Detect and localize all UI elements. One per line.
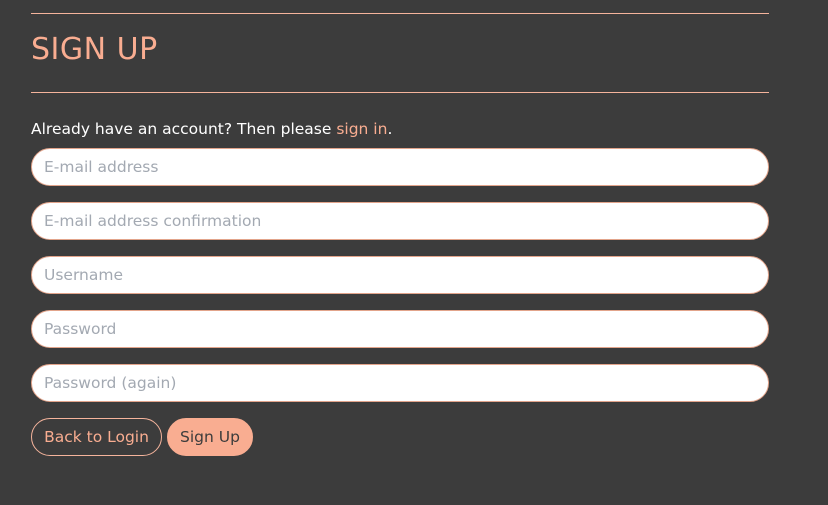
password-again-field[interactable] <box>31 364 769 402</box>
page-title: SIGN UP <box>31 32 158 67</box>
signup-form-container: SIGN UP Already have an account? Then pl… <box>31 0 769 456</box>
signin-link[interactable]: sign in <box>336 120 387 138</box>
sign-up-button[interactable]: Sign Up <box>167 418 253 456</box>
username-field[interactable] <box>31 256 769 294</box>
title-divider <box>31 92 769 93</box>
back-to-login-button[interactable]: Back to Login <box>31 418 162 456</box>
top-divider <box>31 13 769 14</box>
form-actions: Back to Login Sign Up <box>31 418 769 456</box>
password-field[interactable] <box>31 310 769 348</box>
signin-prompt: Already have an account? Then please sig… <box>31 119 769 139</box>
email-field[interactable] <box>31 148 769 186</box>
email-confirmation-field[interactable] <box>31 202 769 240</box>
signin-prompt-text: Already have an account? Then please <box>31 120 337 138</box>
signin-prompt-suffix: . <box>387 120 393 138</box>
